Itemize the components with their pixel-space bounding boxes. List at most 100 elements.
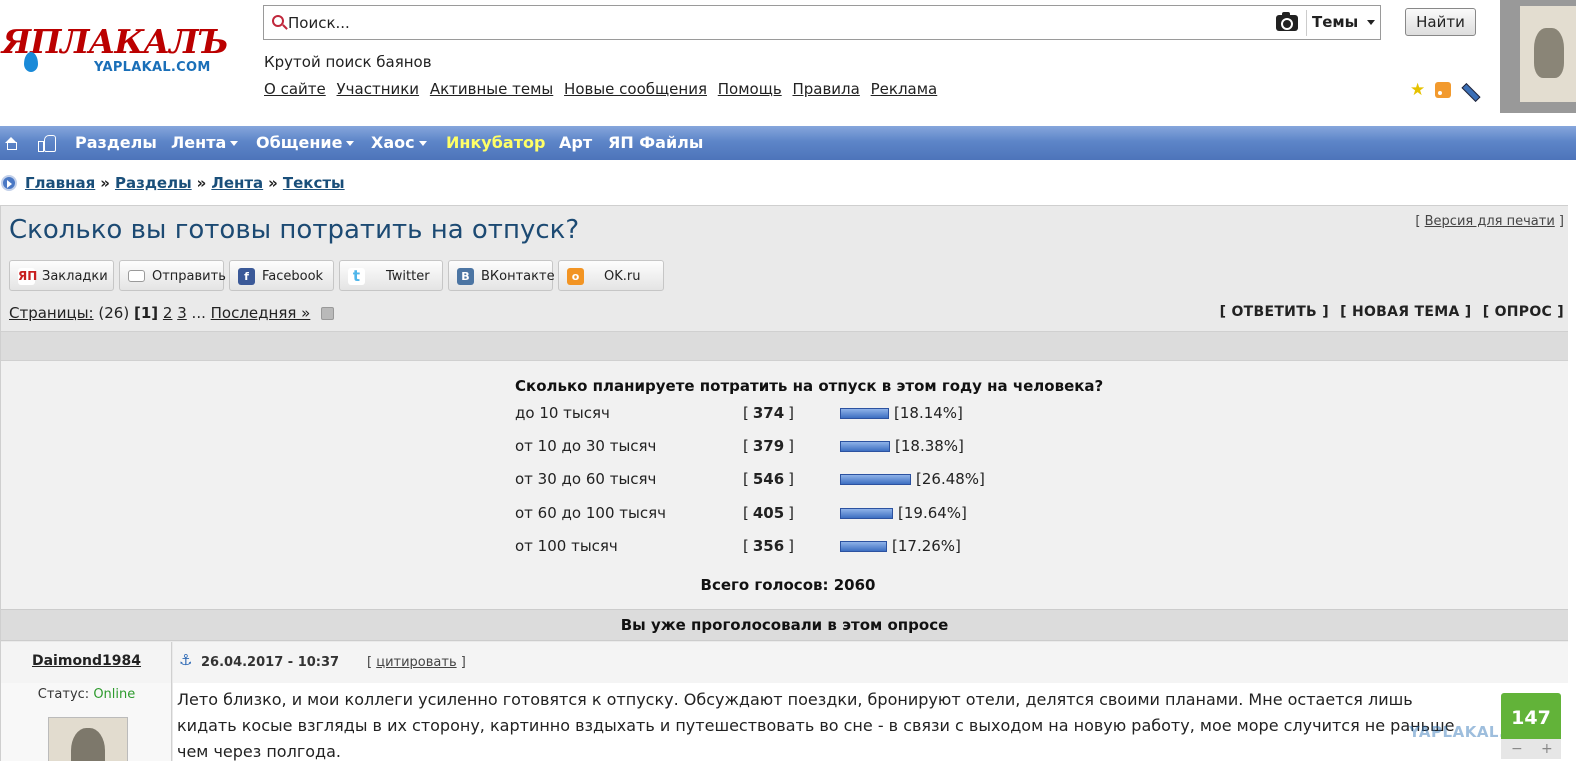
- pages-total: (26): [98, 304, 130, 322]
- nav-item-chaos[interactable]: Хаос: [371, 126, 427, 160]
- share-button-facebook[interactable]: f Facebook: [229, 260, 334, 291]
- share-label: OK.ru: [604, 269, 641, 284]
- poll-question: Сколько планируете потратить на отпуск в…: [515, 377, 1104, 395]
- post-text: Лето близко, и мои коллеги усиленно гото…: [177, 690, 1455, 761]
- pencil-icon[interactable]: [1459, 82, 1477, 100]
- pagination: Страницы: (26) [1] 2 3 ... Последняя »: [9, 304, 335, 322]
- post-author-link[interactable]: Daimond1984: [32, 653, 141, 669]
- poll-option-percent: [17.26%]: [892, 537, 961, 555]
- breadcrumb-link-home[interactable]: Главная: [25, 174, 95, 192]
- ok-icon: о: [567, 268, 584, 285]
- post-header: ⚓ 26.04.2017 - 10:37 [ цитировать ]: [173, 642, 1568, 683]
- author-status: Статус: Online: [1, 687, 172, 702]
- nav-item-label: Хаос: [371, 133, 415, 152]
- topnav-link-new-messages[interactable]: Новые сообщения: [564, 80, 707, 98]
- nav-item-feed[interactable]: Лента: [171, 126, 239, 160]
- share-button-email[interactable]: Отправить: [119, 260, 226, 291]
- breadcrumb-link-texts[interactable]: Тексты: [283, 174, 345, 192]
- new-poll-label: ОПРОС: [1494, 304, 1553, 320]
- nav-item-incubator[interactable]: Инкубатор: [446, 126, 545, 160]
- yap-icon: ЯП: [18, 268, 38, 285]
- pages-label[interactable]: Страницы:: [9, 304, 94, 322]
- nav-item-label: Разделы: [75, 133, 157, 152]
- avatar[interactable]: [48, 717, 128, 761]
- avatar-image: [1520, 6, 1576, 102]
- topnav-link-active-topics[interactable]: Активные темы: [430, 80, 553, 98]
- poll-vote-count: 405: [752, 504, 785, 522]
- quote-link[interactable]: цитировать: [376, 655, 456, 670]
- poll-option-votes: [374]: [743, 404, 795, 422]
- header-icons: ★: [1410, 82, 1480, 102]
- new-topic-button[interactable]: [ НОВАЯ ТЕМА ]: [1340, 304, 1471, 320]
- nav-item-label: Инкубатор: [446, 133, 546, 152]
- search-icon: [272, 15, 284, 27]
- logo-drop-icon: [24, 52, 38, 72]
- poll-result-bar: [840, 541, 887, 552]
- page-link-2[interactable]: 2: [163, 304, 173, 322]
- chevron-down-icon: [418, 141, 427, 146]
- rss-icon[interactable]: [1435, 82, 1451, 98]
- new-poll-button[interactable]: [ ОПРОС ]: [1483, 304, 1564, 320]
- share-button-bookmarks[interactable]: ЯП Закладки: [9, 260, 114, 291]
- search-scope-select[interactable]: Темы: [1312, 6, 1358, 39]
- main-navbar: Разделы Лента Общение Хаос Инкубатор Арт…: [0, 126, 1576, 160]
- poll-option-row: от 10 до 30 тысяч [379] [18.38%]: [515, 437, 1075, 459]
- share-button-twitter[interactable]: t Twitter: [339, 260, 443, 291]
- nav-item-art[interactable]: Арт: [559, 126, 592, 160]
- share-label: Twitter: [386, 269, 430, 284]
- share-button-vk[interactable]: B ВКонтакте: [448, 260, 555, 291]
- poll-vote-count: 356: [752, 537, 785, 555]
- reply-button[interactable]: [ ОТВЕТИТЬ ]: [1220, 304, 1329, 320]
- nav-item-label: Арт: [559, 133, 593, 152]
- search-input[interactable]: [288, 8, 1268, 37]
- rating-minus-button[interactable]: −: [1511, 739, 1523, 759]
- vk-icon: B: [457, 268, 474, 285]
- post-author-cell: Daimond1984: [1, 642, 172, 683]
- topnav-link-about[interactable]: О сайте: [264, 80, 326, 98]
- user-avatar[interactable]: [1500, 0, 1576, 113]
- rating-plus-button[interactable]: +: [1541, 739, 1553, 759]
- status-value: Online: [93, 687, 136, 702]
- poll-option-votes: [379]: [743, 437, 795, 455]
- chevron-down-icon[interactable]: [1367, 20, 1375, 25]
- nav-item-files[interactable]: ЯП Файлы: [608, 126, 703, 160]
- current-page: [1]: [133, 304, 159, 322]
- topnav-link-ads[interactable]: Реклама: [871, 80, 938, 98]
- post-date: 26.04.2017 - 10:37: [201, 655, 340, 670]
- poll-option-row: от 100 тысяч [356] [17.26%]: [515, 537, 1075, 559]
- mail-icon: [128, 270, 145, 282]
- site-logo[interactable]: ЯПЛАКАЛЪ YAPLAKAL.COM: [2, 22, 238, 82]
- poll-vote-count: 546: [752, 470, 785, 488]
- new-topic-label: НОВАЯ ТЕМА: [1351, 304, 1460, 320]
- page-jump-icon[interactable]: [321, 307, 335, 320]
- poll-option-row: от 60 до 100 тысяч [405] [19.64%]: [515, 504, 1075, 526]
- status-label: Статус:: [37, 687, 90, 702]
- poll-option-percent: [18.38%]: [895, 437, 964, 455]
- poll-result-bar: [840, 474, 911, 485]
- home-icon[interactable]: [5, 137, 17, 150]
- breadcrumb-link-sections[interactable]: Разделы: [115, 174, 192, 192]
- thumbs-up-icon[interactable]: [38, 135, 56, 152]
- anchor-icon[interactable]: ⚓: [179, 653, 192, 668]
- topnav-link-members[interactable]: Участники: [337, 80, 420, 98]
- nav-item-label: Общение: [256, 133, 343, 152]
- print-version-link[interactable]: Версия для печати: [1425, 214, 1555, 229]
- nav-item-communication[interactable]: Общение: [256, 126, 355, 160]
- nav-item-sections[interactable]: Разделы: [75, 126, 157, 160]
- camera-icon[interactable]: [1276, 12, 1298, 31]
- poll-option-percent: [18.14%]: [894, 404, 963, 422]
- topnav-link-rules[interactable]: Правила: [792, 80, 859, 98]
- search-divider: [1306, 10, 1307, 36]
- topnav-link-help[interactable]: Помощь: [718, 80, 782, 98]
- star-icon[interactable]: ★: [1410, 82, 1425, 99]
- breadcrumb-separator: »: [268, 174, 278, 192]
- poll: Сколько планируете потратить на отпуск в…: [1, 361, 1568, 609]
- breadcrumb-link-feed[interactable]: Лента: [211, 174, 263, 192]
- print-version: [ Версия для печати ]: [1415, 214, 1564, 229]
- search-button[interactable]: Найти: [1405, 8, 1476, 36]
- last-page-link[interactable]: Последняя »: [211, 304, 311, 322]
- top-navigation: О сайте Участники Активные темы Новые со…: [264, 80, 943, 98]
- share-button-ok[interactable]: о OK.ru: [558, 260, 664, 291]
- poll-option-percent: [26.48%]: [916, 470, 985, 488]
- page-link-3[interactable]: 3: [177, 304, 187, 322]
